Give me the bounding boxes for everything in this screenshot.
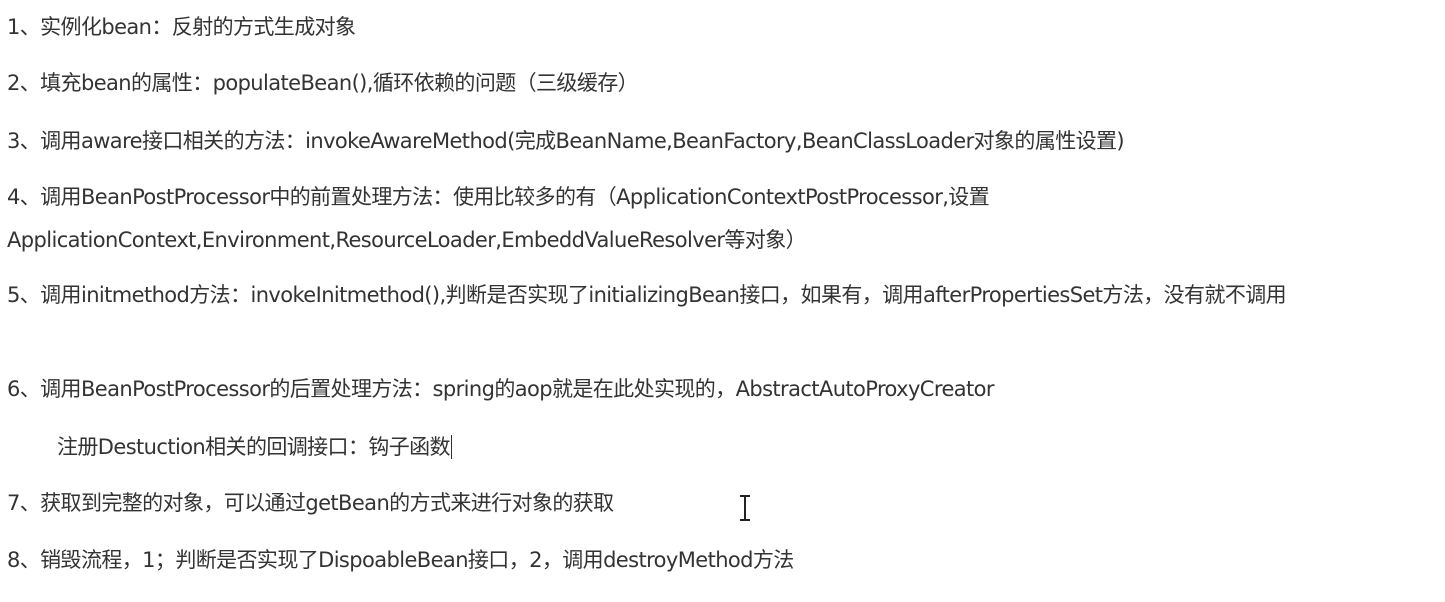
step-6-after-processor: 6、调用BeanPostProcessor的后置处理方法：spring的aop就… (7, 377, 995, 401)
step-1-instantiate: 1、实例化bean：反射的方式生成对象 (7, 15, 356, 39)
register-destruction-text: 注册Destuction相关的回调接口：钩子函数 (57, 435, 451, 459)
step-7-get-object: 7、获取到完整的对象，可以通过getBean的方式来进行对象的获取 (7, 491, 614, 515)
step-5-init-method: 5、调用initmethod方法：invokeInitmethod(),判断是否… (7, 283, 1287, 307)
text-caret (450, 435, 452, 459)
step-3-aware: 3、调用aware接口相关的方法：invokeAwareMethod(完成Bea… (7, 129, 1125, 153)
step-2-populate: 2、填充bean的属性：populateBean(),循环依赖的问题（三级缓存） (7, 71, 639, 95)
step-6-register-destruction: 注册Destuction相关的回调接口：钩子函数 (57, 434, 452, 460)
step-8-destroy: 8、销毁流程，1；判断是否实现了DispoableBean接口，2，调用dest… (7, 548, 794, 572)
text-cursor-icon (740, 495, 750, 521)
step-4-before-processor: 4、调用BeanPostProcessor中的前置处理方法：使用比较多的有（Ap… (7, 185, 990, 252)
